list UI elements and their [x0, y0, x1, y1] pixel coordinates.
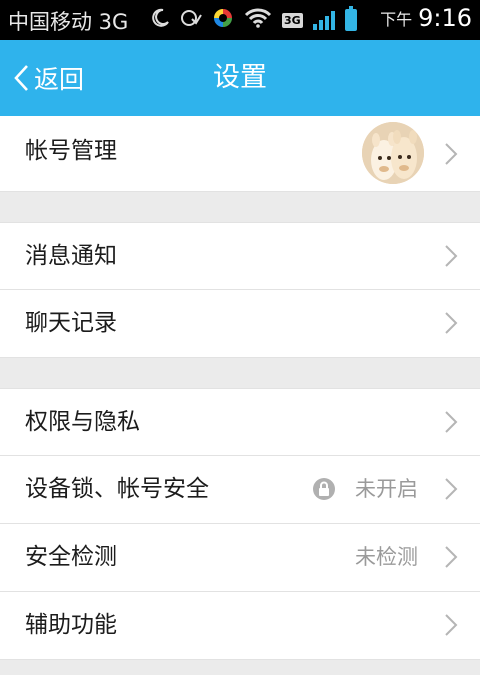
row-label: 帐号管理: [25, 138, 117, 164]
device-lock-row[interactable]: 设备锁、帐号安全 未开启: [0, 456, 480, 524]
chevron-right-icon: [445, 312, 458, 334]
avatar: [362, 122, 424, 184]
battery-icon: [344, 6, 357, 31]
row-label: 安全检测: [25, 544, 117, 570]
chat-history-row[interactable]: 聊天记录: [0, 290, 480, 358]
time-period: 下午: [380, 10, 413, 29]
title-bar: 设置 返回: [0, 40, 480, 116]
back-button[interactable]: 返回: [12, 40, 84, 116]
accessibility-row[interactable]: 辅助功能: [0, 592, 480, 660]
carrier-label: 中国移动 3G: [8, 10, 129, 34]
notification-icon: [180, 8, 202, 32]
moon-icon: [150, 8, 170, 32]
network-type-badge: 3G: [282, 12, 303, 28]
signal-icon: [312, 10, 335, 30]
security-check-row[interactable]: 安全检测 未检测: [0, 524, 480, 592]
row-label: 消息通知: [25, 243, 117, 269]
privacy-permissions-row[interactable]: 权限与隐私: [0, 388, 480, 456]
chevron-right-icon: [445, 614, 458, 636]
account-management-row[interactable]: 帐号管理: [0, 116, 480, 192]
chevron-left-icon: [12, 63, 30, 93]
back-label: 返回: [34, 65, 85, 94]
chevron-right-icon: [445, 245, 458, 267]
chevron-right-icon: [445, 143, 458, 165]
chevron-right-icon: [445, 411, 458, 433]
row-label: 辅助功能: [25, 612, 117, 638]
row-label: 权限与隐私: [25, 409, 140, 435]
row-label: 设备锁、帐号安全: [25, 476, 209, 502]
chevron-right-icon: [445, 546, 458, 568]
security-check-status: 未检测: [355, 545, 418, 569]
row-label: 聊天记录: [25, 310, 117, 336]
clock: 9:16: [418, 4, 472, 32]
device-lock-status: 未开启: [355, 477, 418, 501]
message-notification-row[interactable]: 消息通知: [0, 222, 480, 290]
sync-icon: [212, 7, 234, 33]
chevron-right-icon: [445, 478, 458, 500]
lock-icon: [313, 478, 335, 500]
wifi-icon: [244, 8, 272, 32]
status-bar: 中国移动 3G 3G 下午 9:16: [0, 0, 480, 40]
